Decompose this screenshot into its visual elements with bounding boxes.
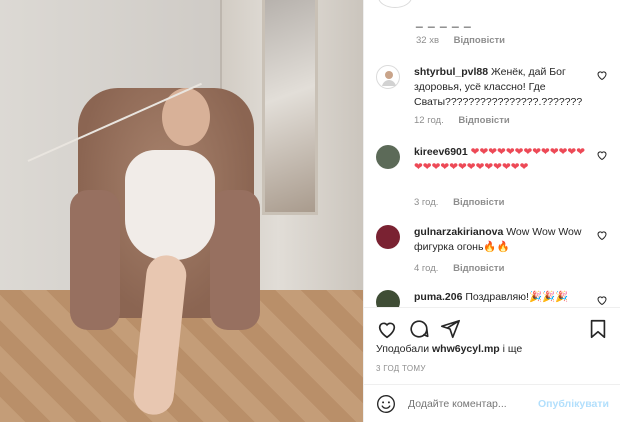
comment-icon[interactable] [408, 318, 430, 340]
post-timestamp[interactable]: 3 ГОД ТОМУ [376, 364, 426, 373]
action-bar [364, 307, 620, 347]
comment-body: gulnarzakirianova Wow Wow Wow фигурка ог… [414, 225, 589, 255]
heart-icon[interactable] [596, 69, 608, 81]
post-photo[interactable] [0, 0, 363, 422]
reply-button[interactable]: Відповісти [458, 115, 509, 126]
likes-summary: Уподобали whw6ycyl.mp і ще [376, 343, 522, 355]
comment-body: puma.206 Поздравляю!🎉🎉🎉 [414, 290, 589, 305]
comment-username[interactable]: puma.206 [414, 291, 462, 303]
reply-button[interactable]: Відповісти [454, 35, 505, 46]
bookmark-icon[interactable] [587, 318, 609, 340]
comment-item: kireev6901 ❤❤❤❤❤❤❤❤❤❤❤❤❤❤❤❤❤❤❤❤❤❤❤❤❤❤ 3 … [376, 145, 608, 215]
comment-meta: 12 год. Відповісти [414, 115, 510, 126]
comment-username[interactable]: shtyrbul_pvl88 [414, 66, 488, 78]
comment-body: kireev6901 ❤❤❤❤❤❤❤❤❤❤❤❤❤❤❤❤❤❤❤❤❤❤❤❤❤❤ [414, 145, 589, 175]
likes-suffix[interactable]: і ще [503, 343, 523, 355]
comment-text: Поздравляю!🎉🎉🎉 [465, 291, 569, 303]
comment-time: 12 год. [414, 115, 444, 126]
comment-time: 4 год. [414, 263, 439, 274]
avatar-icon [382, 71, 396, 86]
comment-time: 32 хв [416, 35, 440, 46]
avatar[interactable] [376, 290, 400, 307]
comment-input[interactable] [408, 393, 558, 415]
photo-mirror [262, 0, 318, 215]
comment-item: puma.206 Поздравляю!🎉🎉🎉 [376, 290, 608, 307]
comment-meta: 32 хв Відповісти [416, 35, 505, 46]
truncated-comment: _ _ _ _ _ [416, 14, 472, 28]
avatar[interactable] [376, 145, 400, 169]
comment-username[interactable]: gulnarzakirianova [414, 226, 503, 238]
avatar[interactable] [376, 225, 400, 249]
comment-item: shtyrbul_pvl88 Женёк, дай Бог здоровья, … [376, 65, 608, 135]
comment-username[interactable]: kireev6901 [414, 146, 468, 158]
likes-prefix: Уподобали [376, 343, 430, 355]
heart-icon[interactable] [596, 149, 608, 161]
photo-dress [125, 150, 215, 260]
heart-icon[interactable] [596, 229, 608, 241]
avatar[interactable] [376, 65, 400, 89]
comment-meta: 4 год. Відповісти [414, 263, 504, 274]
reply-button[interactable]: Відповісти [453, 197, 504, 208]
comments-panel: _ _ _ _ _ 32 хв Відповісти shtyrbul_pvl8… [363, 0, 620, 422]
heart-icon[interactable] [596, 294, 608, 306]
add-comment-bar: Опублікувати [364, 384, 620, 422]
share-icon[interactable] [439, 318, 461, 340]
comment-time: 3 год. [414, 197, 439, 208]
comment-item: gulnarzakirianova Wow Wow Wow фигурка ог… [376, 225, 608, 280]
heart-icon[interactable] [376, 318, 398, 340]
publish-button[interactable]: Опублікувати [538, 398, 609, 410]
reply-button[interactable]: Відповісти [453, 263, 504, 274]
comment-body: shtyrbul_pvl88 Женёк, дай Бог здоровья, … [414, 65, 589, 110]
photo-armchair-arm [210, 190, 260, 330]
photo-armchair-arm [70, 190, 120, 330]
likes-user[interactable]: whw6ycyl.mp [432, 343, 500, 355]
avatar[interactable] [378, 0, 412, 8]
comment-meta: 3 год. Відповісти [414, 197, 504, 208]
emoji-icon[interactable] [376, 394, 396, 414]
